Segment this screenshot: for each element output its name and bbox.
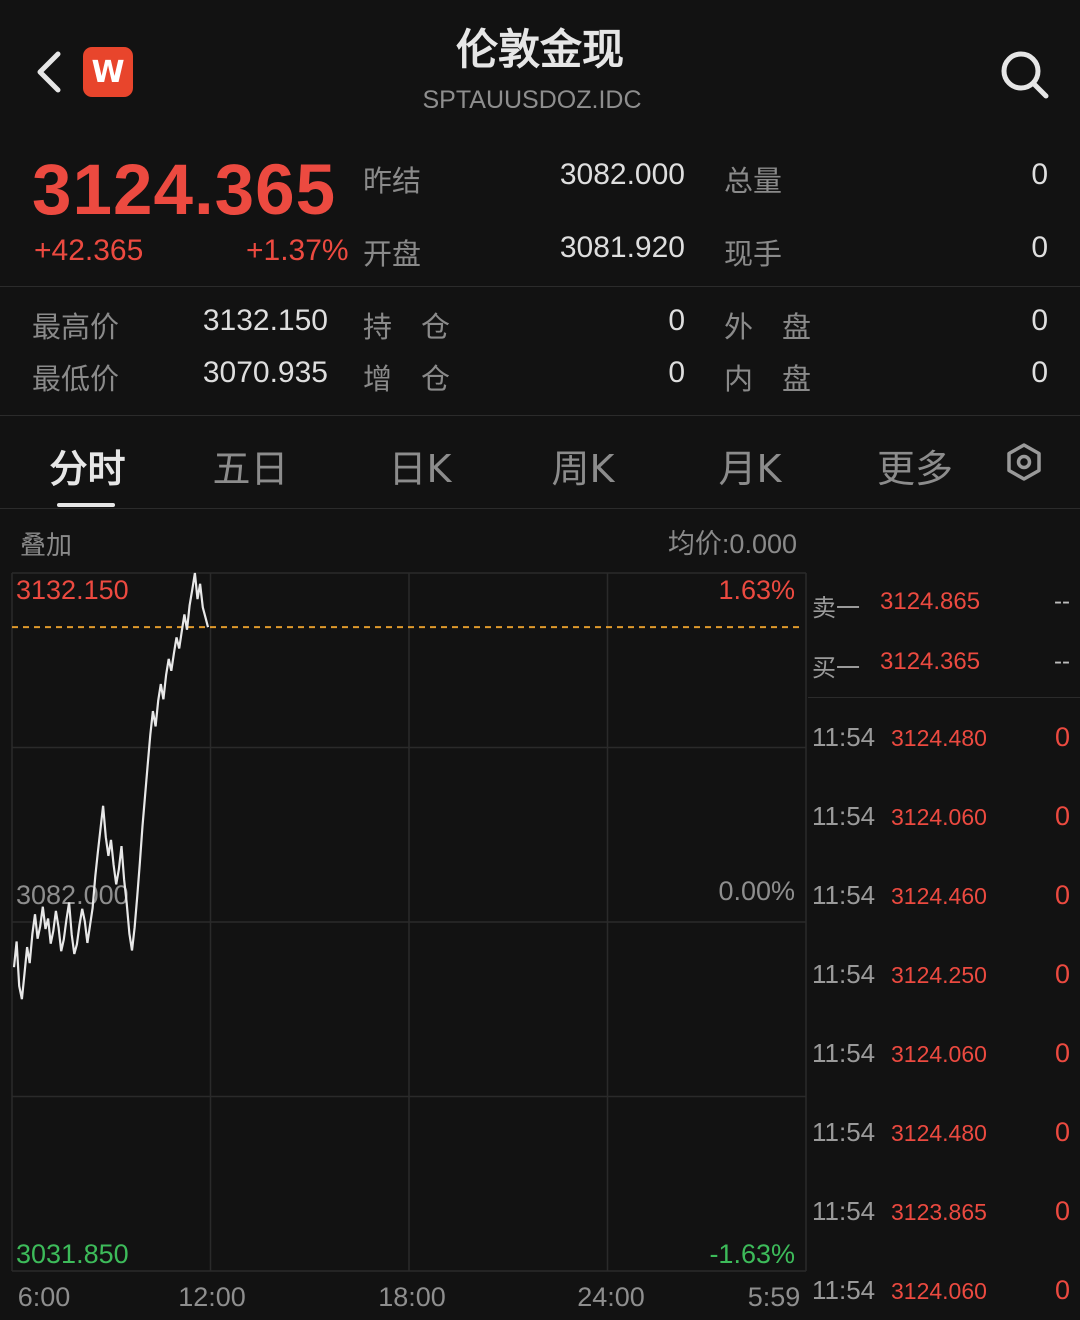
tab-monthly-k[interactable]: 月K xyxy=(700,438,800,493)
trade-volume: 0 xyxy=(1054,801,1070,831)
trade-price: 3124.060 xyxy=(891,1041,987,1067)
trade-row: 11:54 3124.480 0 xyxy=(808,1117,1080,1157)
symbol-code: SPTAUUSDOZ.IDC xyxy=(422,86,642,114)
trade-row: 11:54 3124.460 0 xyxy=(808,880,1080,920)
trade-time: 11:54 xyxy=(812,1196,876,1226)
pct-tick-mid: 0.00% xyxy=(718,876,795,906)
pct-tick-top: 1.63% xyxy=(718,575,795,605)
trade-price: 3124.460 xyxy=(891,883,987,909)
trade-time: 11:54 xyxy=(812,959,876,989)
trade-price: 3124.060 xyxy=(891,1278,987,1304)
order-book-label: 买一 xyxy=(812,654,860,682)
low-value: 3070.935 xyxy=(202,356,328,389)
settings-button[interactable] xyxy=(1004,442,1044,482)
search-icon xyxy=(1001,51,1049,99)
overlay-button[interactable]: 叠加 xyxy=(20,531,72,561)
trade-row: 11:54 3124.480 0 xyxy=(808,722,1080,762)
trade-row: 11:54 3124.060 0 xyxy=(808,1275,1080,1315)
y-tick-bottom: 3031.850 xyxy=(16,1239,129,1269)
price-change-percent: +1.37% xyxy=(246,234,349,267)
trade-price: 3123.865 xyxy=(891,1199,987,1225)
open-label: 开盘 xyxy=(363,237,422,271)
x-tick-label: 12:00 xyxy=(178,1282,246,1312)
trade-time: 11:54 xyxy=(812,1275,876,1305)
inner-volume-label: 内 盘 xyxy=(724,362,812,396)
x-tick-label: 5:59 xyxy=(748,1282,801,1312)
app-logo[interactable]: W xyxy=(83,47,133,97)
trade-row: 11:54 3124.060 0 xyxy=(808,1038,1080,1078)
divider xyxy=(0,508,1080,509)
active-tab-indicator xyxy=(57,503,115,507)
open-interest-label: 持 仓 xyxy=(363,310,451,344)
trade-row: 11:54 3124.250 0 xyxy=(808,959,1080,999)
high-label: 最高价 xyxy=(32,310,120,344)
order-book-price: 3124.865 xyxy=(880,588,981,615)
divider xyxy=(0,415,1080,416)
tab-daily-k[interactable]: 日K xyxy=(370,438,470,493)
search-button[interactable] xyxy=(996,46,1052,102)
trade-volume: 0 xyxy=(1054,1196,1070,1226)
chevron-left-icon xyxy=(37,51,61,93)
page-title: 伦敦金现 xyxy=(455,25,624,74)
trade-price: 3124.480 xyxy=(891,1120,987,1146)
divider xyxy=(808,697,1080,698)
back-button[interactable] xyxy=(28,48,72,96)
prev-close-label: 昨结 xyxy=(363,164,422,198)
tab-weekly-k[interactable]: 周K xyxy=(533,438,633,493)
x-tick-label: 24:00 xyxy=(577,1282,645,1312)
inner-volume-value: 0 xyxy=(1031,356,1048,389)
trade-volume: 0 xyxy=(1054,722,1070,752)
trade-time: 11:54 xyxy=(812,1038,876,1068)
last-price: 3124.365 xyxy=(32,151,337,230)
outer-volume-label: 外 盘 xyxy=(724,310,812,344)
trade-price: 3124.480 xyxy=(891,725,987,751)
oi-change-value: 0 xyxy=(668,356,685,389)
current-hand-label: 现手 xyxy=(724,237,783,271)
pct-tick-bottom: -1.63% xyxy=(709,1239,795,1269)
price-change: +42.365 xyxy=(34,234,144,267)
trade-price: 3124.250 xyxy=(891,962,987,988)
x-tick-label: 18:00 xyxy=(378,1282,446,1312)
current-hand-value: 0 xyxy=(1031,231,1048,264)
x-tick-label: 6:00 xyxy=(18,1282,71,1312)
trade-time: 11:54 xyxy=(812,880,876,910)
tab-more[interactable]: 更多 xyxy=(865,438,965,493)
order-book-label: 卖一 xyxy=(812,594,860,622)
trade-row: 11:54 3123.865 0 xyxy=(808,1196,1080,1236)
open-value: 3081.920 xyxy=(559,231,685,264)
tab-intraday[interactable]: 分时 xyxy=(40,438,135,493)
low-label: 最低价 xyxy=(32,362,120,396)
trade-volume: 0 xyxy=(1054,959,1070,989)
total-volume-value: 0 xyxy=(1031,158,1048,191)
open-interest-value: 0 xyxy=(668,304,685,337)
oi-change-label: 增 仓 xyxy=(363,362,451,396)
trade-volume: 0 xyxy=(1054,1275,1070,1305)
total-volume-label: 总量 xyxy=(724,164,783,198)
trade-row: 11:54 3124.060 0 xyxy=(808,801,1080,841)
y-tick-mid: 3082.000 xyxy=(16,880,129,910)
trade-volume: 0 xyxy=(1054,1117,1070,1147)
trade-time: 11:54 xyxy=(812,1117,876,1147)
gear-icon xyxy=(1007,443,1041,481)
trade-time: 11:54 xyxy=(812,801,876,831)
outer-volume-value: 0 xyxy=(1031,304,1048,337)
y-tick-top: 3132.150 xyxy=(16,575,129,605)
price-series-line xyxy=(12,572,210,1000)
trade-volume: 0 xyxy=(1054,880,1070,910)
order-book-volume: -- xyxy=(1054,588,1070,615)
order-book-price: 3124.365 xyxy=(880,648,981,675)
average-price: 均价:0.000 xyxy=(668,529,797,559)
high-value: 3132.150 xyxy=(202,304,328,337)
divider xyxy=(0,286,1080,287)
trade-price: 3124.060 xyxy=(891,804,987,830)
prev-close-value: 3082.000 xyxy=(559,158,685,191)
trade-time: 11:54 xyxy=(812,722,876,752)
tab-five-day[interactable]: 五日 xyxy=(203,438,298,493)
chart-grid xyxy=(11,572,807,1272)
order-book-volume: -- xyxy=(1054,648,1070,675)
trade-volume: 0 xyxy=(1054,1038,1070,1068)
